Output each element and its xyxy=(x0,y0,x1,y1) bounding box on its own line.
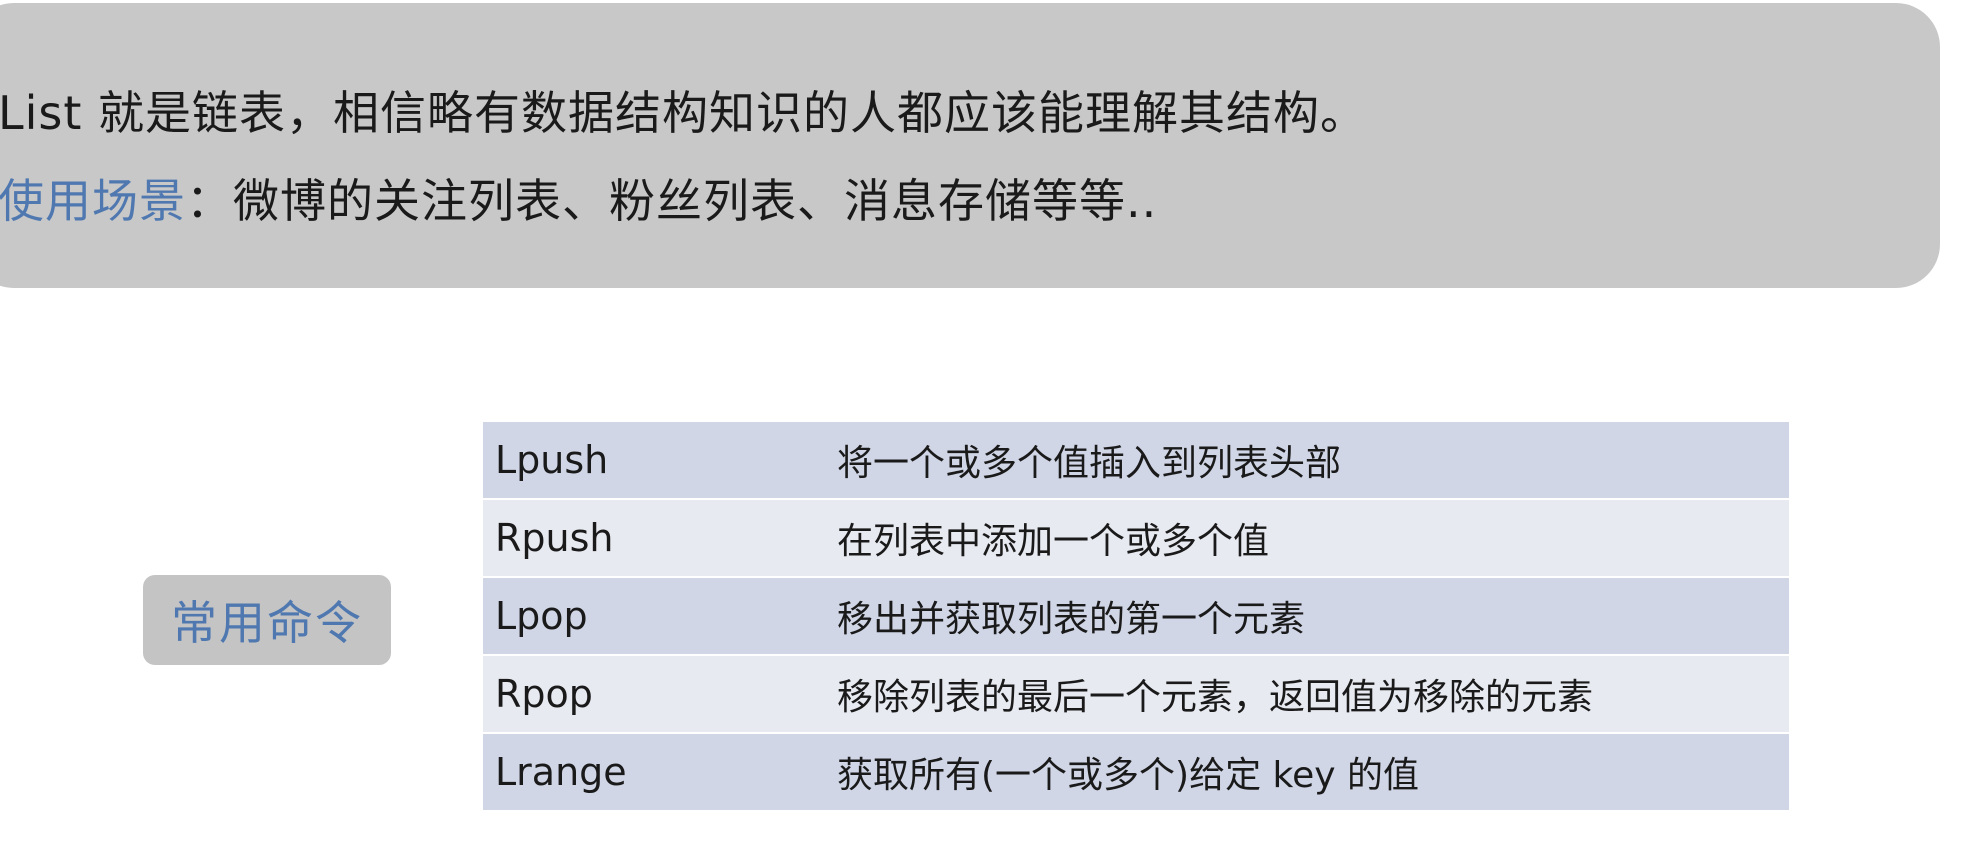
table-row: Lrange 获取所有(一个或多个)给定 key 的值 xyxy=(483,734,1789,812)
scenario-separator: ： xyxy=(186,174,233,228)
commands-table: Lpush 将一个或多个值插入到列表头部 Rpush 在列表中添加一个或多个值 … xyxy=(483,422,1789,812)
table-row: Lpush 将一个或多个值插入到列表头部 xyxy=(483,422,1789,500)
command-name: Lpop xyxy=(495,594,588,638)
slide-page: List 就是链表，相信略有数据结构知识的人都应该能理解其结构。 使用场景：微博… xyxy=(0,0,1982,858)
command-description: 移除列表的最后一个元素，返回值为移除的元素 xyxy=(837,677,1594,718)
table-row: Rpop 移除列表的最后一个元素，返回值为移除的元素 xyxy=(483,656,1789,734)
intro-scenario: 使用场景：微博的关注列表、粉丝列表、消息存储等等.. xyxy=(0,171,1157,231)
intro-panel: List 就是链表，相信略有数据结构知识的人都应该能理解其结构。 使用场景：微博… xyxy=(0,3,1940,288)
command-description: 将一个或多个值插入到列表头部 xyxy=(837,443,1342,484)
command-name: Rpop xyxy=(495,672,593,716)
scenario-text: 微博的关注列表、粉丝列表、消息存储等等.. xyxy=(233,174,1158,228)
command-name: Lpush xyxy=(495,438,609,482)
common-commands-badge: 常用命令 xyxy=(143,575,391,665)
command-description: 在列表中添加一个或多个值 xyxy=(837,521,1270,562)
intro-definition: List 就是链表，相信略有数据结构知识的人都应该能理解其结构。 xyxy=(0,86,1368,140)
command-description: 获取所有(一个或多个)给定 key 的值 xyxy=(837,755,1419,796)
command-name: Lrange xyxy=(495,750,627,794)
command-name: Rpush xyxy=(495,516,614,560)
table-row: Lpop 移出并获取列表的第一个元素 xyxy=(483,578,1789,656)
table-row: Rpush 在列表中添加一个或多个值 xyxy=(483,500,1789,578)
command-description: 移出并获取列表的第一个元素 xyxy=(837,599,1306,640)
scenario-label: 使用场景 xyxy=(0,174,186,228)
